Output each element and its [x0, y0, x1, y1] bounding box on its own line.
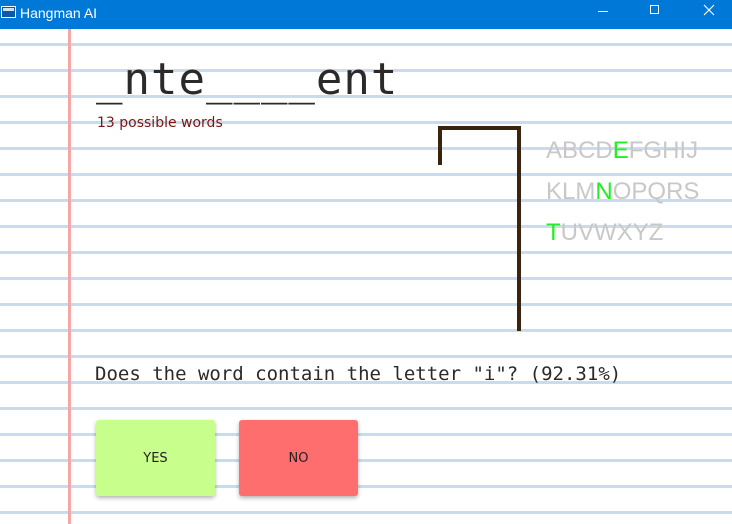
- letter-o: O: [612, 178, 632, 205]
- letter-x: X: [616, 219, 633, 246]
- letter-w: W: [594, 219, 617, 246]
- letter-z: Z: [648, 219, 664, 246]
- letter-e: E: [612, 137, 629, 164]
- letter-m: M: [575, 178, 596, 205]
- letter-u: U: [560, 219, 579, 246]
- letter-t: T: [546, 219, 561, 246]
- question-text: Does the word contain the letter "i"? (9…: [95, 363, 622, 385]
- letter-h: H: [662, 137, 680, 164]
- letter-d: D: [595, 137, 613, 164]
- letter-s: S: [683, 178, 700, 205]
- no-button[interactable]: NO: [239, 420, 358, 496]
- letter-f: F: [628, 137, 644, 164]
- letter-n: N: [595, 178, 613, 205]
- letter-q: Q: [647, 178, 667, 205]
- gallows-frame: [438, 126, 521, 331]
- letter-p: P: [631, 178, 648, 205]
- alphabet-row: TUVWXYZ: [546, 212, 699, 253]
- letter-c: C: [578, 137, 596, 164]
- alphabet-row: ABCDEFGHIJ: [546, 130, 699, 171]
- letter-b: B: [562, 137, 579, 164]
- alphabet-row: KLMNOPQRS: [546, 171, 699, 212]
- letter-k: K: [546, 178, 563, 205]
- letter-y: Y: [632, 219, 649, 246]
- letter-j: J: [686, 137, 699, 164]
- letter-r: R: [666, 178, 684, 205]
- alphabet-grid: ABCDEFGHIJ KLMNOPQRS TUVWXYZ: [546, 130, 699, 253]
- letter-v: V: [578, 219, 595, 246]
- letter-a: A: [546, 137, 563, 164]
- letter-g: G: [643, 137, 663, 164]
- yes-button[interactable]: YES: [96, 420, 215, 496]
- letter-l: L: [562, 178, 576, 205]
